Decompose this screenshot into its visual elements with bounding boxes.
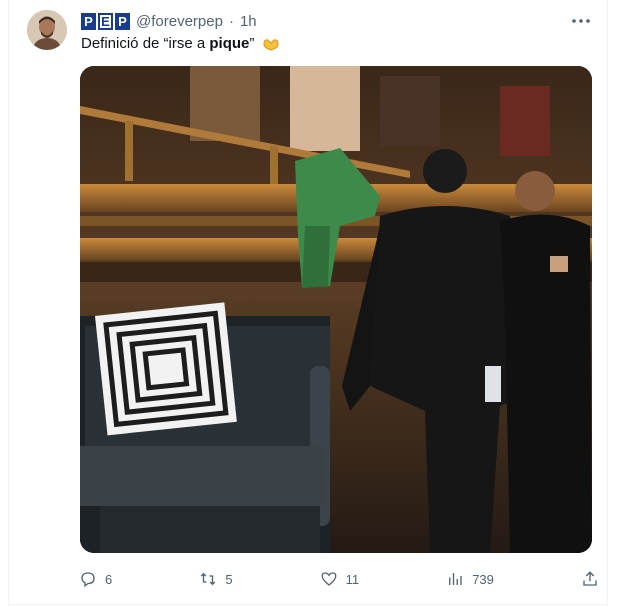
- share-button[interactable]: [581, 570, 599, 588]
- like-count: 11: [345, 571, 360, 587]
- heart-icon: [321, 572, 337, 586]
- brand-letter: P: [115, 12, 130, 30]
- retweet-count: 5: [225, 571, 233, 587]
- views-count: 739: [472, 571, 494, 587]
- views-button[interactable]: 739: [446, 570, 494, 588]
- video-frame: [80, 66, 592, 553]
- views-icon: [449, 573, 462, 585]
- brand-logo[interactable]: P E P: [81, 12, 130, 30]
- tweet-text-bold: pique: [209, 35, 250, 52]
- timestamp[interactable]: 1h: [240, 13, 257, 30]
- reply-count: 6: [105, 571, 113, 587]
- separator: ·: [228, 12, 234, 30]
- video-media[interactable]: [80, 66, 592, 553]
- action-bar: 6 5 11 739: [79, 568, 599, 590]
- share-icon: [583, 571, 597, 586]
- user-handle[interactable]: @foreverpep: [136, 13, 223, 30]
- retweet-button[interactable]: 5: [199, 570, 233, 588]
- reply-icon: [81, 572, 95, 588]
- brand-letter: P: [81, 12, 96, 30]
- brand-letter: E: [98, 12, 113, 30]
- tweet-card[interactable]: P E P @foreverpep · 1h Definició de “irs…: [8, 0, 608, 605]
- heart-hands-emoji: [262, 37, 280, 57]
- avatar[interactable]: [27, 10, 67, 50]
- retweet-icon: [201, 572, 216, 586]
- reply-button[interactable]: 6: [79, 570, 112, 588]
- like-button[interactable]: 11: [320, 570, 360, 588]
- more-icon[interactable]: [567, 10, 595, 32]
- avatar-image: [27, 10, 67, 50]
- tweet-text-prefix: Definició de “irse a: [81, 35, 210, 52]
- tweet-header: P E P @foreverpep · 1h: [81, 10, 257, 32]
- tweet-text: Definició de “irse a pique”: [81, 34, 280, 57]
- tweet-text-suffix: ”: [249, 35, 255, 52]
